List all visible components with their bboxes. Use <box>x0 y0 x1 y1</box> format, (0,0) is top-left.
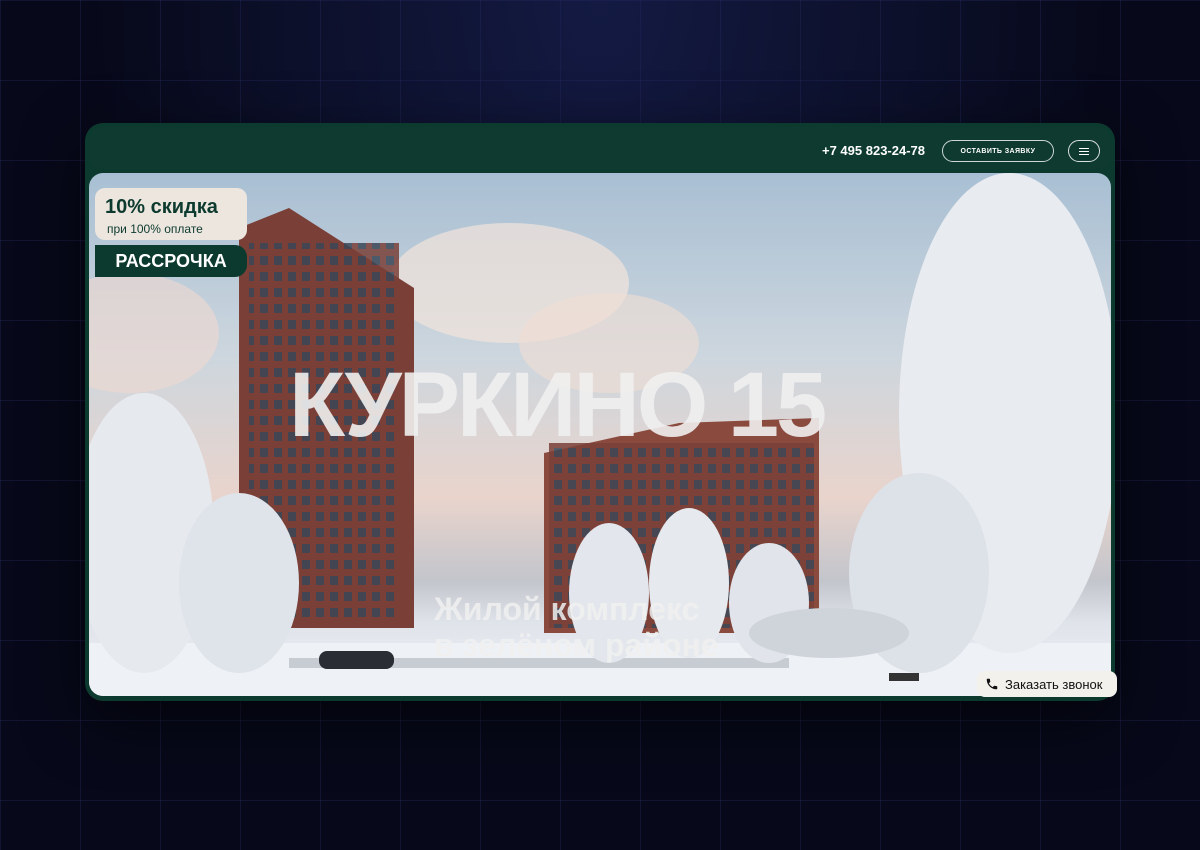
snow-tree <box>179 493 299 673</box>
browser-frame: +7 495 823-24-78 ОСТАВИТЬ ЗАЯВКУ 10% ски… <box>85 123 1115 701</box>
bench <box>889 673 919 681</box>
car <box>319 651 394 669</box>
phone-number-link[interactable]: +7 495 823-24-78 <box>822 143 925 158</box>
top-navigation-bar: +7 495 823-24-78 ОСТАВИТЬ ЗАЯВКУ <box>89 127 1111 169</box>
hero-subtitle: Жилой комплекс в зелёном районе <box>434 591 774 663</box>
phone-icon <box>986 678 998 690</box>
hero-section: 10% скидка при 100% оплате РАССРОЧКА КУР… <box>89 173 1111 696</box>
hero-subtitle-line2: в зелёном районе <box>434 627 719 663</box>
hamburger-icon <box>1079 151 1089 152</box>
cloud <box>89 273 219 393</box>
request-callback-button[interactable]: Заказать звонок <box>977 671 1117 697</box>
discount-subtitle: при 100% оплате <box>107 222 203 236</box>
hero-subtitle-line1: Жилой комплекс <box>434 591 700 627</box>
hamburger-icon <box>1079 148 1089 149</box>
discount-promo-card[interactable]: 10% скидка при 100% оплате <box>95 188 247 240</box>
discount-title: 10% скидка <box>105 196 218 218</box>
hamburger-icon <box>1079 154 1089 155</box>
leave-request-button[interactable]: ОСТАВИТЬ ЗАЯВКУ <box>942 140 1054 162</box>
callback-label: Заказать звонок <box>1005 676 1103 692</box>
hero-title: КУРКИНО 15 <box>289 354 827 456</box>
menu-button[interactable] <box>1068 140 1100 162</box>
installment-badge[interactable]: РАССРОЧКА <box>95 245 247 277</box>
